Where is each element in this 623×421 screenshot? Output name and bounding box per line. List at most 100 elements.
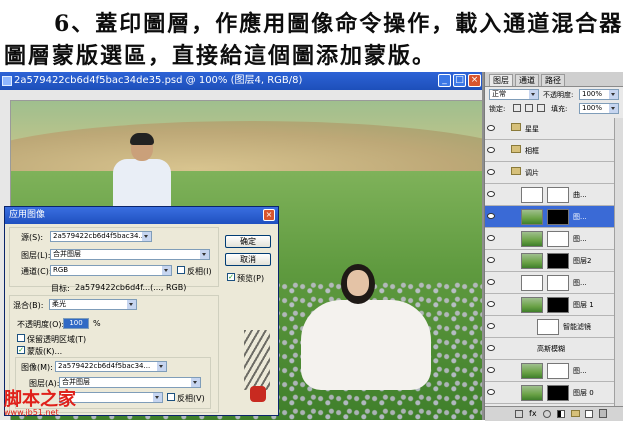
ok-button[interactable]: 确定 xyxy=(225,235,271,248)
mask-invert-checkbox[interactable] xyxy=(167,393,175,401)
preview-checkbox[interactable]: ✓ xyxy=(227,273,235,281)
layer-list: 星星 相框 调片 曲... 图... 图... 图层2 图... 图层 1 智能滤镜 高斯模糊 图..… xyxy=(485,118,623,406)
layer-row[interactable]: 高斯模糊 xyxy=(485,338,623,360)
visibility-eye-icon[interactable] xyxy=(487,235,495,241)
layer-select[interactable]: 合并图层 xyxy=(50,249,210,260)
new-layer-icon[interactable] xyxy=(585,410,593,418)
lock-position-icon[interactable] xyxy=(525,104,533,112)
folder-icon xyxy=(511,145,521,153)
minimize-icon[interactable]: _ xyxy=(438,74,451,87)
photo-man xyxy=(111,133,171,219)
photo-woman xyxy=(291,264,441,394)
layer-mask-thumbnail[interactable] xyxy=(547,253,569,269)
layer-opacity-label: 不透明度: xyxy=(543,91,574,99)
visibility-eye-icon[interactable] xyxy=(487,191,495,197)
layer-row[interactable]: 图层 0 xyxy=(485,382,623,404)
invert-checkbox[interactable] xyxy=(177,266,185,274)
close-icon[interactable]: × xyxy=(468,74,481,87)
visibility-eye-icon[interactable] xyxy=(487,345,495,351)
layer-row[interactable]: 图... xyxy=(485,360,623,382)
curves-thumbnail-icon xyxy=(521,187,543,203)
visibility-eye-icon[interactable] xyxy=(487,389,495,395)
dialog-close-icon[interactable]: × xyxy=(263,209,275,221)
layers-panel: 图层 通道 路径 正常 不透明度: 100% 锁定: 填充: 100% 星星 相框… xyxy=(484,72,623,421)
mask-checkbox[interactable]: ✓ xyxy=(17,346,25,354)
visibility-eye-icon[interactable] xyxy=(487,367,495,373)
fill-label: 填充: xyxy=(551,105,568,113)
layer-mask-thumbnail[interactable] xyxy=(547,363,569,379)
layer-blend-select[interactable]: 正常 xyxy=(489,89,539,100)
lock-pixels-icon[interactable] xyxy=(513,104,521,112)
adjustment-layer-icon[interactable] xyxy=(557,410,565,418)
layer-row[interactable]: 图层2 xyxy=(485,250,623,272)
layer-row[interactable]: 图... xyxy=(485,206,623,228)
opacity-unit: % xyxy=(93,319,101,328)
layer-name: 图层2 xyxy=(573,257,592,265)
layer-row[interactable]: 调片 xyxy=(485,162,623,184)
horizontal-ruler[interactable] xyxy=(0,90,482,101)
blend-label: 混合(B): xyxy=(13,301,44,310)
blend-select[interactable]: 柔光 xyxy=(49,299,137,310)
link-layers-icon[interactable] xyxy=(515,410,523,418)
tab-paths[interactable]: 路径 xyxy=(541,74,565,86)
visibility-eye-icon[interactable] xyxy=(487,301,495,307)
add-mask-icon[interactable] xyxy=(543,410,551,418)
site-watermark-url: www.jb51.net xyxy=(4,408,59,417)
mask-image-select[interactable]: 2a579422cb6d4f5bac34... xyxy=(55,361,167,372)
invert-label: 反相(I) xyxy=(187,267,212,276)
layer-row[interactable]: 星星 xyxy=(485,118,623,140)
source-select[interactable]: 2a579422cb6d4f5bac34... xyxy=(50,231,152,242)
layer-row[interactable]: 智能滤镜 xyxy=(485,316,623,338)
panel-row-blend: 正常 不透明度: 100% xyxy=(485,89,623,101)
maximize-icon[interactable]: □ xyxy=(453,74,466,87)
layer-mask-thumbnail[interactable] xyxy=(547,275,569,291)
visibility-eye-icon[interactable] xyxy=(487,213,495,219)
channel-select[interactable]: RGB xyxy=(50,265,172,276)
layer-mask-thumbnail[interactable] xyxy=(547,385,569,401)
visibility-eye-icon[interactable] xyxy=(487,125,495,131)
panel-tabs: 图层 通道 路径 xyxy=(485,72,623,87)
layer-mask-thumbnail[interactable] xyxy=(547,209,569,225)
visibility-eye-icon[interactable] xyxy=(487,147,495,153)
mask-label: 蒙版(K)... xyxy=(27,347,63,356)
layer-opacity-input[interactable]: 100% xyxy=(579,89,619,100)
visibility-eye-icon[interactable] xyxy=(487,279,495,285)
preserve-transparency-checkbox[interactable] xyxy=(17,334,25,342)
instruction-caption: 6、蓋印圖層，作應用圖像命令操作，載入通道混合器 圖層蒙版選區，直接給這個圖添加… xyxy=(0,0,623,72)
layer-name: 图... xyxy=(573,235,587,243)
cancel-button[interactable]: 取消 xyxy=(225,253,271,266)
layer-name: 图层 1 xyxy=(573,301,594,309)
dialog-title: 应用图像 xyxy=(9,210,46,220)
document-titlebar[interactable]: 2a579422cb6d4f5bac34de35.psd @ 100% (图层4… xyxy=(0,72,482,90)
fx-icon[interactable]: fx xyxy=(529,410,537,418)
layer-thumbnail xyxy=(521,385,543,401)
layer-mask-thumbnail[interactable] xyxy=(547,187,569,203)
dialog-titlebar[interactable]: 应用图像 × xyxy=(5,207,278,224)
opacity-label: 不透明度(O): xyxy=(17,320,65,329)
layers-scrollbar[interactable] xyxy=(614,118,623,406)
layer-name: 图... xyxy=(573,279,587,287)
layer-mask-thumbnail[interactable] xyxy=(547,297,569,313)
visibility-eye-icon[interactable] xyxy=(487,323,495,329)
layer-row[interactable]: 相框 xyxy=(485,140,623,162)
caption-line-2: 圖層蒙版選區，直接給這個圖添加蒙版。 xyxy=(4,43,437,69)
visibility-eye-icon[interactable] xyxy=(487,169,495,175)
lock-all-icon[interactable] xyxy=(537,104,545,112)
tab-channels[interactable]: 通道 xyxy=(515,74,539,86)
layer-row[interactable]: 图... xyxy=(485,272,623,294)
layer-label: 图层(L): xyxy=(21,251,51,260)
mask-layer-select[interactable]: 合并图层 xyxy=(59,377,201,388)
layer-mask-thumbnail[interactable] xyxy=(547,231,569,247)
opacity-input[interactable]: 100 xyxy=(63,318,89,329)
tab-layers[interactable]: 图层 xyxy=(489,74,513,86)
trash-icon[interactable] xyxy=(599,409,607,418)
folder-icon xyxy=(511,123,521,131)
layer-row[interactable]: 图层 1 xyxy=(485,294,623,316)
fill-input[interactable]: 100% xyxy=(579,103,619,114)
new-group-icon[interactable] xyxy=(571,410,580,417)
layer-row[interactable]: 曲... xyxy=(485,184,623,206)
layer-row[interactable]: 图... xyxy=(485,228,623,250)
layer-name: 曲... xyxy=(573,191,587,199)
layer-thumbnail xyxy=(521,363,543,379)
visibility-eye-icon[interactable] xyxy=(487,257,495,263)
